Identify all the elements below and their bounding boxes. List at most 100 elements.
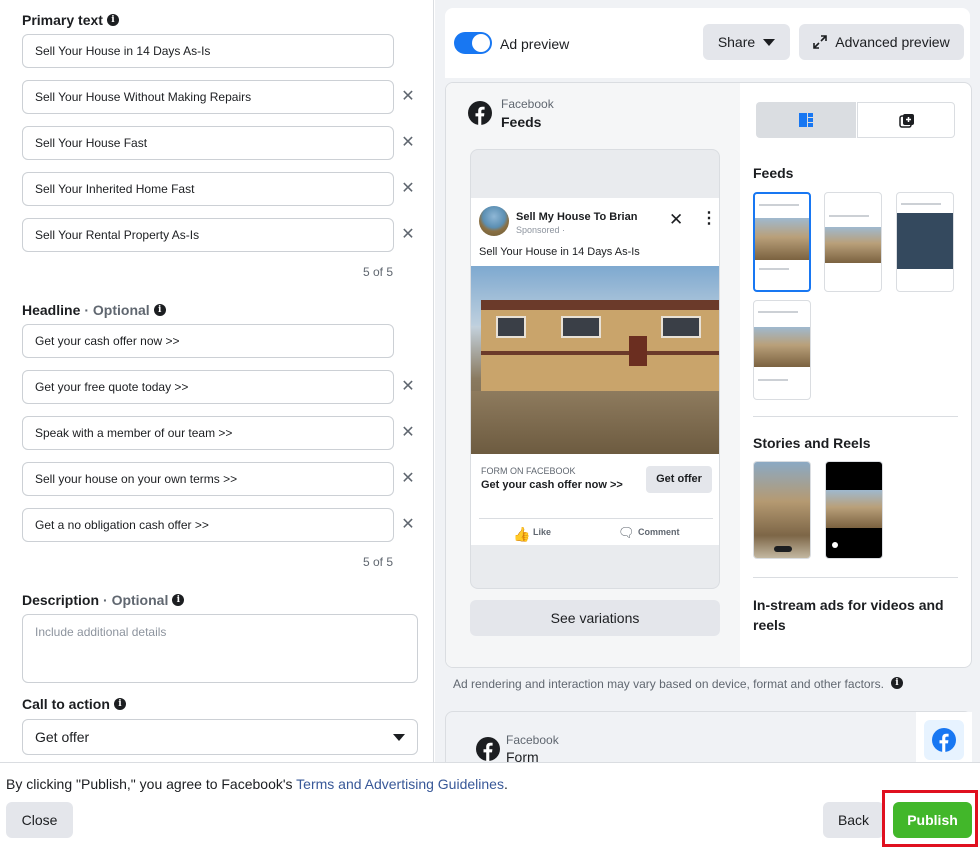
door xyxy=(629,336,647,366)
info-icon[interactable]: i xyxy=(891,677,903,689)
instream-heading: In-stream ads for videos and reels xyxy=(753,597,944,633)
ad-creative-panel: Primary text i Sell Your House in 14 Day… xyxy=(0,0,434,762)
headline-counter: 5 of 5 xyxy=(362,555,393,569)
headline-field-4[interactable]: Sell your house on your own terms >> xyxy=(22,462,394,496)
ad-preview-toggle[interactable] xyxy=(454,32,492,54)
divider xyxy=(753,416,958,417)
close-icon[interactable]: ✕ xyxy=(669,210,683,230)
terms-link[interactable]: Terms and Advertising Guidelines xyxy=(296,776,504,792)
platform-selector xyxy=(916,712,972,762)
multi-view-tab[interactable] xyxy=(857,102,955,138)
ad-preview-panel: Ad preview Share Advanced preview Facebo… xyxy=(435,0,980,762)
rendering-note: Ad rendering and interaction may vary ba… xyxy=(453,677,884,691)
feed-thumbnail[interactable] xyxy=(896,192,954,292)
headline-field-2[interactable]: Get your free quote today >> xyxy=(22,370,394,404)
add-view-icon xyxy=(899,114,914,128)
feed-preview-area: Facebook Feeds Sell My House To Brian Sp… xyxy=(446,83,740,667)
primary-text-field-4[interactable]: Sell Your Inherited Home Fast xyxy=(22,172,394,206)
window xyxy=(561,316,601,338)
facebook-icon xyxy=(932,728,956,752)
info-icon[interactable]: i xyxy=(172,594,185,606)
page-name: Sell My House To Brian xyxy=(516,211,638,223)
info-icon[interactable]: i xyxy=(113,698,126,710)
remove-icon[interactable]: ✕ xyxy=(400,517,416,533)
comment-label[interactable]: Comment xyxy=(638,527,680,537)
info-icon[interactable]: i xyxy=(106,14,119,26)
thumb-button xyxy=(774,546,792,552)
ad-headline: Get your cash offer now >> xyxy=(481,479,623,491)
headline-heading: Headline · Optional i xyxy=(22,302,166,318)
story-thumbnail[interactable] xyxy=(753,461,811,559)
cta-heading: Call to action i xyxy=(22,696,126,712)
advanced-preview-button[interactable]: Advanced preview xyxy=(799,24,964,60)
remove-icon[interactable]: ✕ xyxy=(400,379,416,395)
more-icon[interactable]: ⋮ xyxy=(701,208,717,228)
layout-icon xyxy=(799,113,813,127)
single-view-tab[interactable] xyxy=(756,102,856,138)
primary-text-field-1[interactable]: Sell Your House in 14 Days As-Is xyxy=(22,34,394,68)
preview-toolbar: Ad preview Share Advanced preview xyxy=(445,8,970,78)
thumb-line xyxy=(829,215,869,217)
divider xyxy=(479,518,713,519)
remove-icon[interactable]: ✕ xyxy=(400,89,416,105)
primary-text-field-3[interactable]: Sell Your House Fast xyxy=(22,126,394,160)
thumb-line xyxy=(758,311,798,313)
window xyxy=(661,316,701,338)
chevron-down-icon xyxy=(393,733,405,741)
feed-thumbnail[interactable] xyxy=(753,192,811,292)
facebook-icon xyxy=(468,101,492,125)
stories-heading: Stories and Reels xyxy=(753,435,871,451)
like-icon[interactable]: 👍 xyxy=(513,526,530,543)
headline-field-1[interactable]: Get your cash offer now >> xyxy=(22,324,394,358)
remove-icon[interactable]: ✕ xyxy=(400,135,416,151)
cta-select[interactable]: Get offer xyxy=(22,719,418,755)
remove-icon[interactable]: ✕ xyxy=(400,227,416,243)
thumb-line xyxy=(758,379,788,381)
description-heading: Description · Optional i xyxy=(22,592,185,608)
primary-text-field-2[interactable]: Sell Your House Without Making Repairs xyxy=(22,80,394,114)
agreement-suffix: . xyxy=(503,776,508,792)
remove-icon[interactable]: ✕ xyxy=(400,425,416,441)
description-textarea[interactable]: Include additional details xyxy=(22,614,418,683)
reel-thumbnail[interactable] xyxy=(825,461,883,559)
ad-post: Sell My House To Brian Sponsored · ✕ ⋮ S… xyxy=(471,198,719,545)
toggle-knob xyxy=(472,34,490,52)
remove-icon[interactable]: ✕ xyxy=(400,471,416,487)
placement-name: Feeds xyxy=(501,114,542,130)
house-roof xyxy=(481,300,719,310)
back-button[interactable]: Back xyxy=(823,802,884,838)
facebook-icon xyxy=(476,737,500,761)
thumb-image xyxy=(755,218,809,260)
thumb-line xyxy=(759,268,789,270)
cta-selected-value: Get offer xyxy=(35,729,90,745)
get-offer-button[interactable]: Get offer xyxy=(646,466,712,493)
expand-icon xyxy=(813,35,828,49)
facebook-platform-button[interactable] xyxy=(924,720,964,760)
info-icon[interactable]: i xyxy=(153,304,166,316)
see-variations-button[interactable]: See variations xyxy=(470,600,720,636)
thumb-image xyxy=(897,213,953,269)
form-name: Form xyxy=(506,749,539,762)
feed-thumbnail[interactable] xyxy=(824,192,882,292)
optional-label: · Optional xyxy=(84,302,150,318)
thumb-line xyxy=(901,203,941,205)
ad-mockup: Sell My House To Brian Sponsored · ✕ ⋮ S… xyxy=(470,149,720,589)
cta-label: Call to action xyxy=(22,696,110,712)
headline-field-3[interactable]: Speak with a member of our team >> xyxy=(22,416,394,450)
thumb-line xyxy=(759,204,799,206)
publish-button[interactable]: Publish xyxy=(893,802,972,838)
headline-field-5[interactable]: Get a no obligation cash offer >> xyxy=(22,508,394,542)
thumb-image xyxy=(825,227,881,263)
form-platform: Facebook xyxy=(506,733,559,747)
primary-text-field-5[interactable]: Sell Your Rental Property As-Is xyxy=(22,218,394,252)
agreement-prefix: By clicking "Publish," you agree to Face… xyxy=(6,776,297,792)
comment-icon[interactable]: 🗨 xyxy=(618,525,635,541)
primary-text-heading: Primary text i xyxy=(22,12,119,28)
share-button[interactable]: Share xyxy=(703,24,790,60)
remove-icon[interactable]: ✕ xyxy=(400,181,416,197)
description-label: Description xyxy=(22,592,100,608)
like-label[interactable]: Like xyxy=(533,527,551,537)
feed-thumbnail[interactable] xyxy=(753,300,811,400)
advanced-preview-label: Advanced preview xyxy=(835,34,950,50)
close-button[interactable]: Close xyxy=(6,802,73,838)
